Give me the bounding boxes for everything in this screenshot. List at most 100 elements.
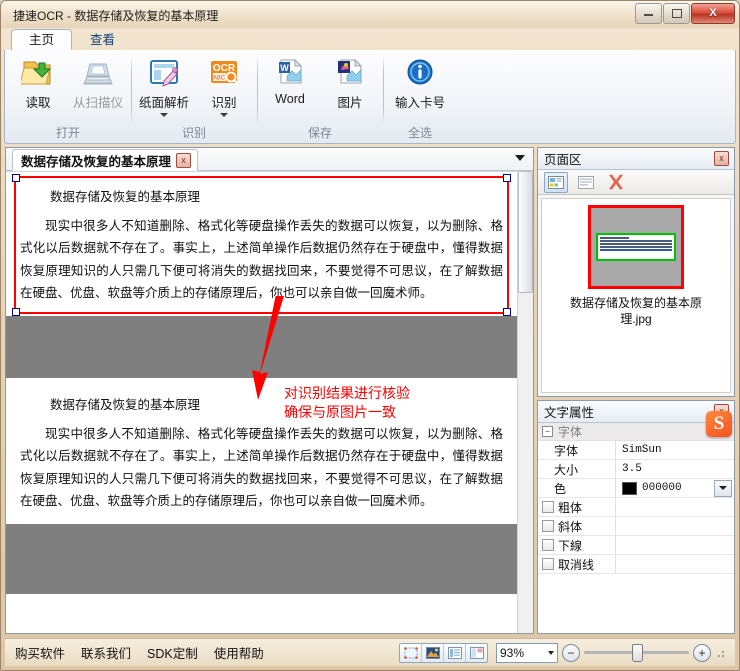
thumbnail-line — [600, 237, 629, 239]
thumbnail-grid-icon — [548, 175, 564, 189]
text-lines-icon — [447, 646, 462, 659]
property-value: SimSun — [622, 444, 662, 456]
resize-handle-bottom-right[interactable] — [503, 308, 511, 316]
list-view-button[interactable] — [574, 172, 598, 193]
list-view-icon — [578, 175, 594, 189]
collapse-icon[interactable]: − — [542, 426, 553, 437]
property-row-italic[interactable]: 斜体 — [538, 517, 734, 536]
buy-software-link[interactable]: 购买软件 — [15, 643, 65, 662]
sdk-customization-link[interactable]: SDK定制 — [147, 643, 198, 662]
bold-checkbox[interactable] — [542, 501, 554, 513]
annotation-text: 对识别结果进行核验 确保与原图片一致 — [284, 384, 410, 422]
status-right-controls: 93% − + — [399, 642, 735, 663]
italic-checkbox[interactable] — [542, 520, 554, 532]
text-view-button[interactable] — [444, 643, 466, 662]
minimize-button[interactable] — [635, 3, 662, 24]
page-thumbnail-caption: 数据存储及恢复的基本原理.jpg — [569, 296, 702, 327]
window-controls: X — [635, 3, 735, 24]
scan-button[interactable]: 从扫描仪 — [69, 53, 127, 111]
crop-marks-icon — [403, 646, 418, 659]
thumbnail-detected-region — [596, 232, 676, 262]
page-analysis-button[interactable]: 纸面解析 — [135, 53, 193, 117]
recognize-label: 识别 — [211, 96, 237, 110]
maximize-button[interactable] — [663, 3, 690, 24]
property-key: 大小 — [538, 460, 616, 478]
underline-checkbox[interactable] — [542, 539, 554, 551]
zoom-slider-thumb[interactable] — [632, 644, 643, 662]
property-key: 取消线 — [558, 557, 595, 572]
property-row-font-family[interactable]: 字体 SimSun — [538, 441, 734, 460]
recognize-button[interactable]: OCR ABC 识别 — [195, 53, 253, 117]
help-link[interactable]: 使用帮助 — [214, 643, 264, 662]
text-properties-header: 文字属性 x — [538, 401, 734, 423]
read-button[interactable]: 读取 — [9, 53, 67, 111]
ribbon-group-selectall: 输入卡号 全选 — [383, 50, 457, 143]
save-image-button[interactable]: 图片 — [321, 53, 379, 111]
ribbon-group-recognize-label: 识别 — [181, 126, 206, 140]
close-icon[interactable]: x — [176, 152, 192, 168]
document-pane: 数据存储及恢复的基本原理 x 数据存储及恢复的基本原理 现实中很多人不知道删除、… — [5, 147, 534, 634]
tab-view[interactable]: 查看 — [72, 29, 133, 51]
input-card-number-button[interactable]: 输入卡号 — [387, 53, 453, 111]
resize-handle-top-left[interactable] — [12, 174, 20, 182]
ribbon-group-open: 读取 从扫描仪 打开 — [5, 50, 131, 143]
fit-selection-button[interactable] — [400, 643, 422, 662]
status-bar: 购买软件 联系我们 SDK定制 使用帮助 93% − + — [5, 638, 735, 666]
document-canvas[interactable]: 数据存储及恢复的基本原理 现实中很多人不知道删除、格式化等硬盘操作丢失的数据可以… — [6, 171, 517, 633]
document-tab[interactable]: 数据存储及恢复的基本原理 x — [12, 149, 199, 171]
page-thumbnail-area[interactable]: 数据存储及恢复的基本原理.jpg — [541, 198, 731, 393]
zoom-in-button[interactable]: + — [693, 643, 711, 662]
thumbnail-view-button[interactable] — [544, 171, 568, 193]
color-value: 000000 — [642, 482, 682, 494]
thumbnail-line — [600, 243, 672, 245]
application-window: 捷速OCR - 数据存储及恢复的基本原理 X 主页 查看 读取 从扫描仪 打开 … — [0, 0, 740, 671]
property-row-bold[interactable]: 粗体 — [538, 498, 734, 517]
property-row-font-color[interactable]: 色 000000 — [538, 479, 734, 498]
resize-handle-top-right[interactable] — [503, 174, 511, 182]
zoom-out-button[interactable]: − — [562, 643, 580, 662]
page-area-panel: 页面区 x 数据存储及恢复的基本原理.jpg — [537, 147, 735, 397]
save-word-button[interactable]: W Word — [261, 53, 319, 106]
maximize-icon — [671, 9, 682, 18]
read-button-label: 读取 — [25, 96, 51, 110]
close-icon[interactable]: x — [714, 151, 729, 166]
zoom-level-select[interactable]: 93% — [496, 642, 558, 663]
chevron-down-icon — [548, 650, 554, 655]
image-view-button[interactable] — [422, 643, 444, 662]
document-vertical-scrollbar[interactable] — [517, 171, 533, 633]
font-group-row[interactable]: − 字体 — [538, 423, 734, 441]
svg-text:ABC: ABC — [213, 76, 226, 82]
zoom-slider[interactable] — [584, 644, 689, 662]
property-key-wrap: 粗体 — [538, 498, 616, 516]
property-row-strikethrough[interactable]: 取消线 — [538, 555, 734, 574]
sogou-ime-logo: S — [706, 411, 732, 437]
property-row-font-size[interactable]: 大小 3.5 — [538, 460, 734, 479]
tab-home[interactable]: 主页 — [11, 29, 73, 51]
property-key: 斜体 — [558, 519, 583, 534]
recognized-text-block-bottom[interactable]: 数据存储及恢复的基本原理 现实中很多人不知道删除、格式化等硬盘操作丢失的数据可以… — [6, 296, 517, 524]
chevron-down-icon[interactable] — [160, 113, 168, 117]
window-title: 捷速OCR - 数据存储及恢复的基本原理 — [13, 9, 219, 23]
chevron-down-icon[interactable] — [220, 113, 228, 117]
property-row-underline[interactable]: 下線 — [538, 536, 734, 555]
chevron-down-icon — [719, 486, 727, 490]
property-key-wrap: 斜体 — [538, 517, 616, 535]
split-view-button[interactable] — [466, 643, 487, 662]
close-button[interactable]: X — [691, 3, 735, 24]
delete-page-button[interactable] — [604, 172, 628, 193]
resize-grip[interactable] — [717, 647, 727, 658]
color-swatch — [622, 481, 637, 495]
color-dropdown-button[interactable] — [714, 479, 732, 497]
picture-icon — [425, 646, 440, 659]
page-thumbnail[interactable] — [588, 205, 684, 289]
chevron-down-icon[interactable] — [515, 155, 525, 161]
page-area-toolbar — [538, 170, 734, 195]
contact-us-link[interactable]: 联系我们 — [81, 643, 131, 662]
resize-handle-bottom-left[interactable] — [12, 308, 20, 316]
scanner-icon — [81, 57, 115, 89]
zoom-level-value: 93% — [500, 645, 525, 660]
recognized-text-block-top[interactable]: 数据存储及恢复的基本原理 现实中很多人不知道删除、格式化等硬盘操作丢失的数据可以… — [6, 172, 517, 316]
strikethrough-checkbox[interactable] — [542, 558, 554, 570]
scrollbar-thumb[interactable] — [518, 171, 533, 293]
ribbon-group-open-label: 打开 — [55, 126, 80, 140]
